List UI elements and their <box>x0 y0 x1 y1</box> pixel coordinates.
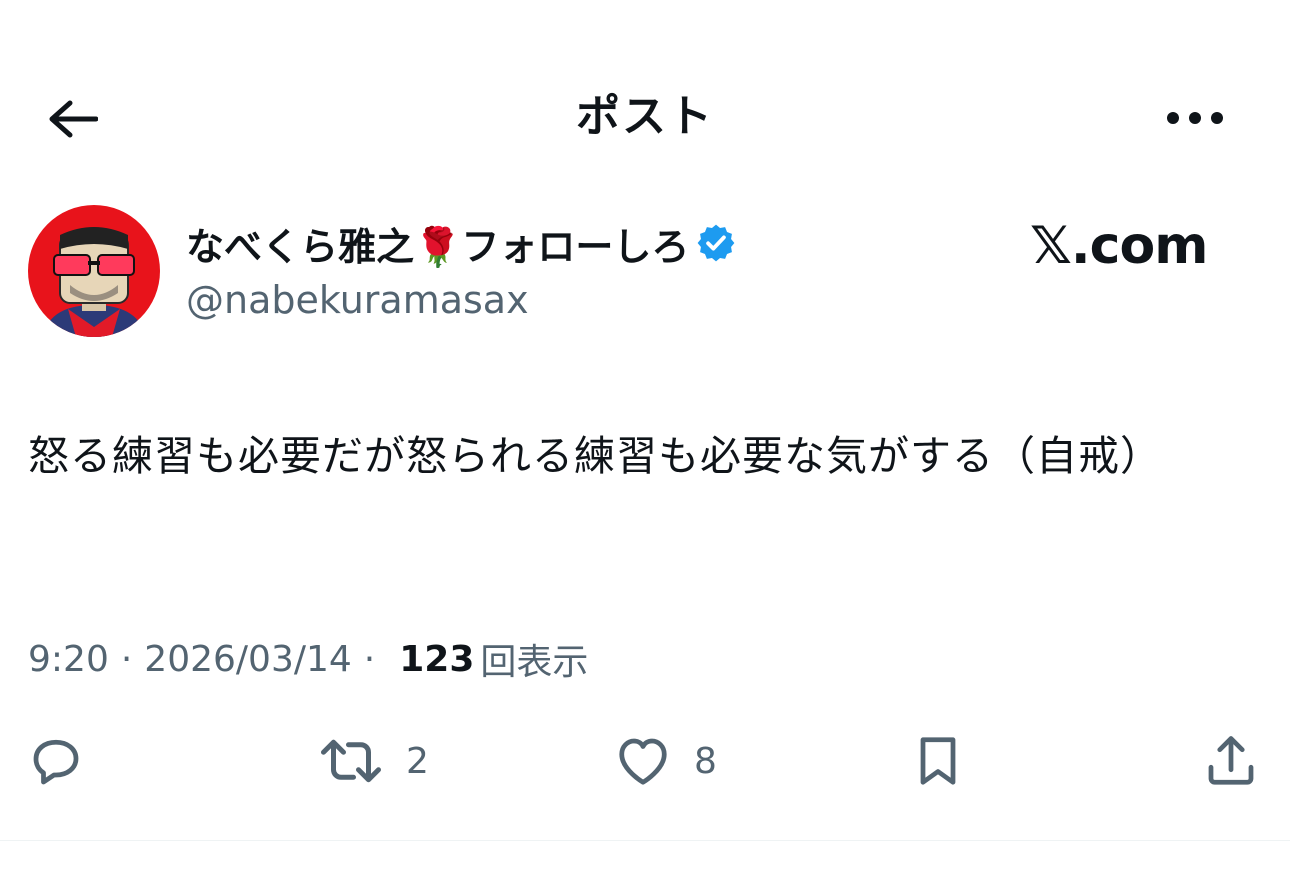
reply-button[interactable] <box>26 728 86 794</box>
post-text: 怒る練習も必要だが怒られる練習も必要な気がする（自戒） <box>28 432 1162 480</box>
retweet-icon <box>321 739 381 783</box>
bookmark-button[interactable] <box>908 728 968 794</box>
meta-separator: · <box>363 638 376 680</box>
retweet-count: 2 <box>406 740 429 782</box>
post-date[interactable]: 2026/03/14 <box>144 639 352 680</box>
heart-icon <box>619 738 667 785</box>
retweet-button[interactable]: 2 <box>316 728 429 794</box>
reply-bubble-icon <box>33 739 79 785</box>
views-label: 回表示 <box>480 642 589 683</box>
post-meta: 9:20 · 2026/03/14 · 123 回表示 <box>28 630 588 688</box>
bookmark-icon <box>920 737 956 785</box>
meta-separator: · <box>120 638 133 680</box>
post-time[interactable]: 9:20 <box>28 639 109 680</box>
x-logo-watermark: 𝕏.com <box>1030 216 1208 276</box>
verified-badge-icon <box>697 224 735 262</box>
more-horizontal-icon <box>1167 112 1223 124</box>
author-name-row[interactable]: なべくら雅之🌹フォローしろ <box>186 212 737 274</box>
like-button[interactable]: 8 <box>612 728 717 794</box>
views-count[interactable]: 123 <box>399 639 474 680</box>
more-options-button[interactable] <box>1160 96 1230 140</box>
share-button[interactable] <box>1200 728 1262 794</box>
avatar[interactable] <box>28 205 160 337</box>
like-count: 8 <box>694 740 717 782</box>
author-display-name: なべくら雅之🌹フォローしろ <box>186 224 690 269</box>
page-title: ポスト <box>576 91 714 142</box>
divider <box>0 840 1290 841</box>
share-icon <box>1208 736 1254 785</box>
author-handle[interactable]: @nabekuramasax <box>186 272 529 328</box>
